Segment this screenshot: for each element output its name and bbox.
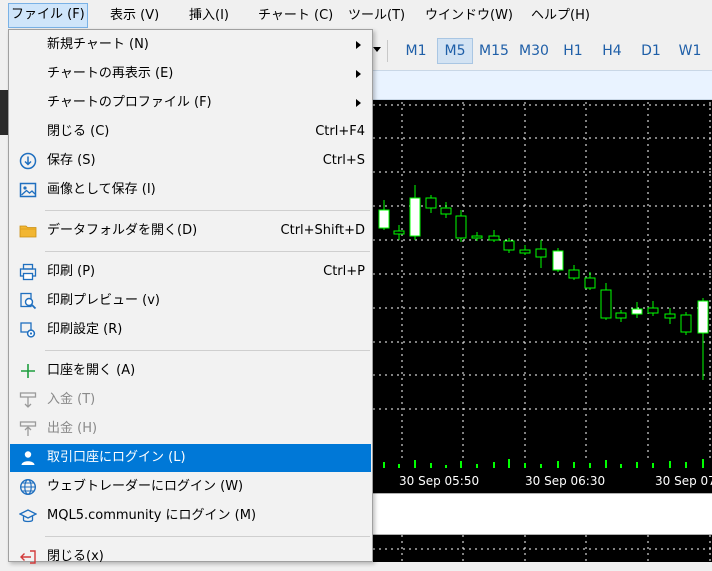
menu-item-save[interactable]: 保存 (S) Ctrl+S <box>10 147 371 175</box>
menu-item-deposit[interactable]: 入金 (T) <box>10 386 371 414</box>
candle-body <box>647 307 659 314</box>
deposit-icon <box>19 392 37 408</box>
menu-insert[interactable]: 挿入(I) <box>187 4 231 28</box>
menu-separator <box>45 210 370 211</box>
candle-body <box>455 215 467 239</box>
candle-body <box>471 235 483 239</box>
menu-separator <box>45 536 370 537</box>
timeframe-m30[interactable]: M30 <box>515 38 553 64</box>
candlestick-series <box>378 185 709 380</box>
dropdown-arrow-icon[interactable] <box>373 47 381 52</box>
timeframe-m15[interactable]: M15 <box>476 38 512 64</box>
menu-separator <box>45 251 370 252</box>
candle-body <box>409 197 421 237</box>
time-label: 30 Sep 06:30 <box>525 474 605 488</box>
candle-body <box>488 235 500 241</box>
menu-item-open-account[interactable]: 口座を開く (A) <box>10 357 371 385</box>
menu-help[interactable]: ヘルプ(H) <box>529 4 592 28</box>
volume-bars <box>383 459 704 468</box>
chart-tab-strip <box>373 70 712 100</box>
menu-item-print-settings[interactable]: 印刷設定 (R) <box>10 316 371 344</box>
menu-item-save-as-image[interactable]: 画像として保存 (I) <box>10 176 371 204</box>
menu-item-open-data-folder[interactable]: データフォルダを開く(D) Ctrl+Shift+D <box>10 217 371 245</box>
timeframe-m1[interactable]: M1 <box>401 38 431 64</box>
toolbar-divider <box>387 40 388 62</box>
menu-item-chart-profile[interactable]: チャートのプロファイル (F) <box>10 89 371 117</box>
image-icon <box>19 182 37 198</box>
menu-item-withdraw[interactable]: 出金 (H) <box>10 415 371 443</box>
menu-item-login-mql5[interactable]: MQL5.community にログイン (M) <box>10 502 371 530</box>
candle-body <box>519 249 531 254</box>
candle-body <box>535 248 547 258</box>
candle-body <box>378 209 390 229</box>
timeframe-h1[interactable]: H1 <box>558 38 588 64</box>
timeframe-h4[interactable]: H4 <box>597 38 627 64</box>
time-label: 30 Sep 07 <box>655 474 712 488</box>
candle-body <box>680 314 692 333</box>
candle-body <box>631 308 643 315</box>
user-icon <box>21 451 35 465</box>
save-icon <box>19 152 37 170</box>
menu-item-new-chart[interactable]: 新規チャート (N) <box>10 31 371 59</box>
submenu-arrow-icon <box>356 70 361 78</box>
chart-tabs-area <box>373 493 712 535</box>
withdraw-icon <box>19 421 37 436</box>
folder-icon <box>19 225 37 238</box>
menu-item-close[interactable]: 閉じる (C) Ctrl+F4 <box>10 118 371 146</box>
candle-body <box>393 230 405 235</box>
time-label: 30 Sep 05:50 <box>399 474 479 488</box>
printer-icon <box>19 263 37 281</box>
menu-item-chart-redisplay[interactable]: チャートの再表示 (E) <box>10 60 371 88</box>
menu-item-print-preview[interactable]: 印刷プレビュー (v) <box>10 287 371 315</box>
menu-item-exit[interactable]: 閉じる(x) <box>10 543 371 571</box>
candle-body <box>552 250 564 271</box>
timeframe-d1[interactable]: D1 <box>636 38 666 64</box>
menu-item-login-webtrader[interactable]: ウェブトレーダーにログイン (W) <box>10 473 371 501</box>
candle-body <box>425 197 437 209</box>
print-preview-icon <box>20 292 37 310</box>
candle-body <box>584 277 596 289</box>
candle-body <box>503 240 515 251</box>
menu-item-login-trade-account[interactable]: 取引口座にログイン (L) <box>10 444 371 472</box>
timeframe-toolbar: M1 M5 M15 M30 H1 H4 D1 W1 <box>373 32 712 68</box>
candle-body <box>697 300 709 334</box>
exit-icon <box>20 550 36 564</box>
timeframe-w1[interactable]: W1 <box>674 38 706 64</box>
candle-body <box>568 269 580 279</box>
candle-body <box>664 313 676 319</box>
menu-bar: ファイル (F) 表示 (V) 挿入(I) チャート (C) ツール(T) ウイ… <box>0 0 712 30</box>
menu-view[interactable]: 表示 (V) <box>108 4 161 28</box>
submenu-arrow-icon <box>356 99 361 107</box>
menu-separator <box>45 350 370 351</box>
chart-grid <box>373 102 711 458</box>
globe-icon <box>19 478 37 496</box>
menu-file[interactable]: ファイル (F) <box>8 3 88 28</box>
graduation-cap-icon <box>19 509 37 523</box>
candle-body <box>440 207 452 215</box>
price-chart[interactable]: 30 Sep 05:50 30 Sep 06:30 30 Sep 07 <box>373 100 712 493</box>
plus-icon <box>21 364 35 378</box>
menu-tools[interactable]: ツール(T) <box>346 4 407 28</box>
candle-body <box>600 289 612 319</box>
submenu-arrow-icon <box>356 41 361 49</box>
file-menu-dropdown: 新規チャート (N) チャートの再表示 (E) チャートのプロファイル (F) … <box>8 29 373 564</box>
print-settings-icon <box>20 322 36 338</box>
menu-window[interactable]: ウインドウ(W) <box>423 4 515 28</box>
timeframe-m5[interactable]: M5 <box>437 38 473 64</box>
secondary-chart <box>373 535 712 562</box>
menu-item-print[interactable]: 印刷 (P) Ctrl+P <box>10 258 371 286</box>
candle-body <box>615 312 627 319</box>
chart-canvas: 30 Sep 05:50 30 Sep 06:30 30 Sep 07 <box>373 102 712 488</box>
menu-chart[interactable]: チャート (C) <box>256 4 335 28</box>
